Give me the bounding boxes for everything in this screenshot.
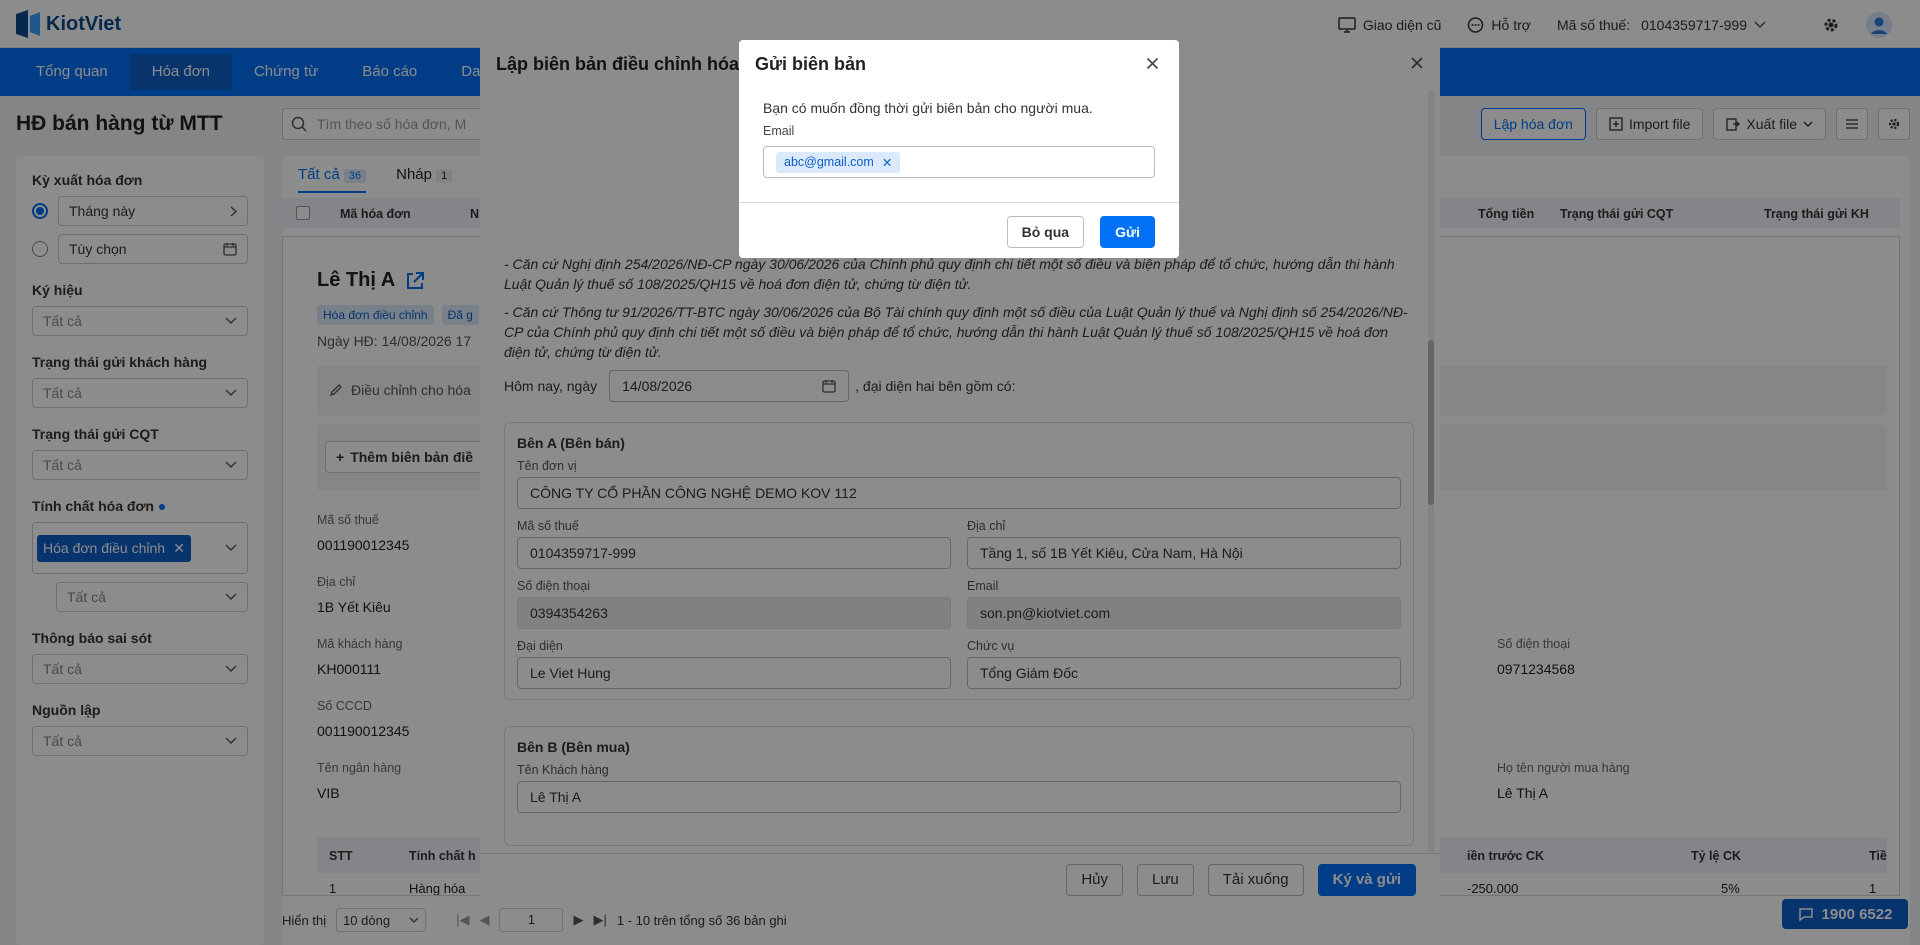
- email-label: Email: [763, 124, 795, 138]
- close-icon[interactable]: ✕: [882, 155, 892, 170]
- dialog-message: Bạn có muốn đồng thời gửi biên bản cho n…: [763, 100, 1093, 116]
- dialog-title: Gửi biên bản: [755, 54, 867, 74]
- send-button[interactable]: Gửi: [1100, 216, 1155, 248]
- email-chip: abc@gmail.com ✕: [776, 151, 901, 173]
- email-chip-label: abc@gmail.com: [784, 155, 874, 169]
- email-input[interactable]: abc@gmail.com ✕: [763, 146, 1155, 178]
- send-record-dialog: Gửi biên bản Bạn có muốn đồng thời gửi b…: [739, 40, 1179, 258]
- skip-button[interactable]: Bỏ qua: [1006, 216, 1085, 248]
- close-icon[interactable]: [1146, 57, 1159, 70]
- dialog-divider: [739, 202, 1179, 203]
